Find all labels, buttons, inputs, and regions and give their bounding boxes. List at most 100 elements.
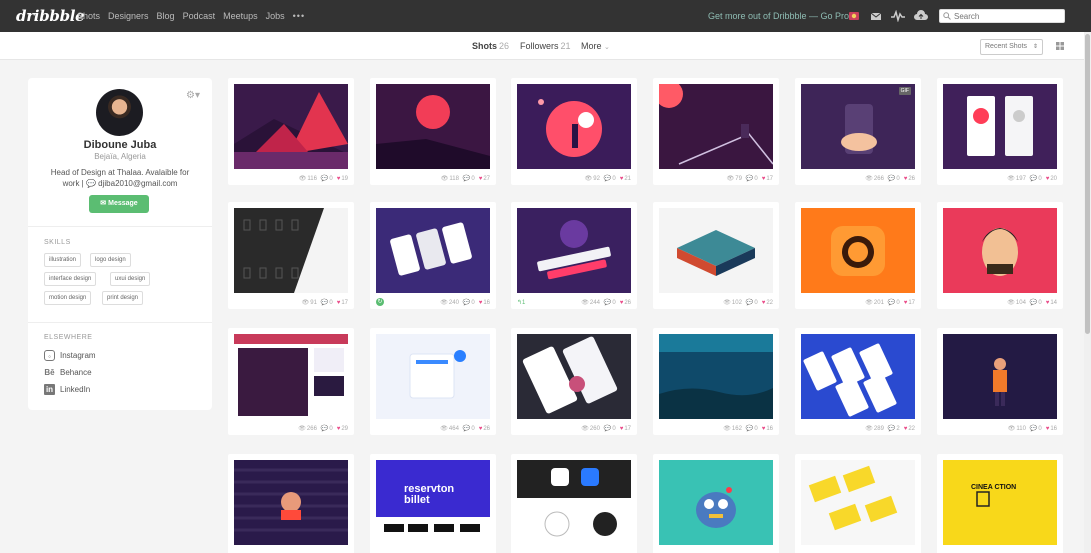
social-link-instagram[interactable]: ◦ Instagram (44, 350, 96, 361)
skill-tag[interactable]: uxui design (110, 272, 151, 286)
shot-thumbnail[interactable] (801, 84, 915, 169)
nav-link-jobs[interactable]: Jobs (266, 11, 285, 21)
skill-tag[interactable]: interface design (44, 272, 97, 286)
nav-link-podcast[interactable]: Podcast (183, 11, 216, 21)
likes-stat[interactable]: ♥ 20 (1046, 176, 1057, 182)
shot-thumbnail[interactable] (659, 84, 773, 169)
comments-stat[interactable]: 💬 0 (888, 175, 900, 183)
page-scrollbar[interactable] (1084, 32, 1091, 553)
nav-link-blog[interactable]: Blog (157, 11, 175, 21)
rebound-icon[interactable]: ↻ (376, 298, 384, 306)
shot-card[interactable]: 👁 102 💬 0 ♥ 22 (653, 202, 779, 309)
likes-stat[interactable]: ♥ 16 (479, 300, 490, 306)
skill-tag[interactable]: motion design (44, 291, 92, 305)
comments-stat[interactable]: 💬 0 (746, 425, 758, 433)
shot-thumbnail[interactable] (517, 334, 631, 419)
comments-stat[interactable]: 💬 0 (463, 425, 475, 433)
scrollbar-thumb[interactable] (1085, 34, 1090, 334)
comments-stat[interactable]: 💬 0 (321, 299, 333, 307)
shot-thumbnail[interactable] (943, 208, 1057, 293)
comments-stat[interactable]: 💬 0 (1030, 175, 1042, 183)
shot-card[interactable]: 👁 118 💬 0 ♥ 27 (370, 78, 496, 185)
shot-thumbnail[interactable] (801, 460, 915, 545)
tab-shots[interactable]: Shots 26 (472, 41, 509, 51)
views-stat[interactable]: 👁 104 (1007, 299, 1026, 307)
comments-stat[interactable]: 💬 0 (1030, 299, 1042, 307)
message-button[interactable]: ✉ Message (89, 195, 149, 213)
likes-stat[interactable]: ♥ 26 (620, 300, 631, 306)
shot-thumbnail[interactable] (517, 460, 631, 545)
views-stat[interactable]: 👁 240 (440, 299, 459, 307)
shot-thumbnail[interactable] (659, 460, 773, 545)
shot-thumbnail[interactable] (376, 208, 490, 293)
skill-tag[interactable]: illustration (44, 253, 82, 267)
sort-select[interactable]: Recent Shots ⇕ (980, 39, 1043, 55)
views-stat[interactable]: 👁 118 (441, 175, 459, 183)
comments-stat[interactable]: 💬 0 (604, 299, 616, 307)
shot-thumbnail[interactable] (517, 208, 631, 293)
views-stat[interactable]: 👁 110 (1008, 425, 1026, 433)
views-stat[interactable]: 👁 464 (440, 425, 459, 433)
likes-stat[interactable]: ♥ 26 (479, 426, 490, 432)
search-input[interactable] (954, 11, 1064, 21)
avatar[interactable] (96, 89, 143, 136)
tab-more[interactable]: More ⌄ (581, 41, 610, 51)
shot-thumbnail[interactable] (234, 460, 348, 545)
views-stat[interactable]: 👁 91 (302, 299, 317, 307)
views-stat[interactable]: 👁 244 (581, 299, 600, 307)
shot-thumbnail[interactable] (234, 208, 348, 293)
likes-stat[interactable]: ♥ 27 (479, 176, 490, 182)
shot-thumbnail[interactable] (943, 460, 1057, 545)
views-stat[interactable]: 👁 289 (865, 425, 884, 433)
shot-thumbnail[interactable] (659, 208, 773, 293)
comments-stat[interactable]: 💬 0 (746, 175, 758, 183)
likes-stat[interactable]: ♥ 16 (762, 426, 773, 432)
dribbble-logo[interactable]: dribbble (16, 7, 85, 25)
shot-card[interactable]: 👁 91 💬 0 ♥ 17 (228, 202, 354, 309)
shot-card[interactable]: ↻ 👁 240 💬 0 ♥ 16 (370, 202, 496, 309)
likes-stat[interactable]: ♥ 17 (904, 300, 915, 306)
nav-link-shots[interactable]: Shots (77, 11, 100, 21)
comments-stat[interactable]: 💬 0 (463, 299, 475, 307)
gear-icon[interactable]: ⚙▾ (186, 90, 200, 101)
shot-card[interactable] (653, 454, 779, 553)
comments-stat[interactable]: 💬 0 (321, 425, 333, 433)
shot-thumbnail[interactable] (376, 334, 490, 419)
likes-stat[interactable]: ♥ 29 (337, 426, 348, 432)
shot-thumbnail[interactable] (234, 334, 348, 419)
likes-stat[interactable]: ♥ 14 (1046, 300, 1057, 306)
shot-card[interactable]: 👁 79 💬 0 ♥ 17 (653, 78, 779, 185)
shot-card[interactable]: GIF 👁 266 💬 0 ♥ 26 (795, 78, 921, 185)
comments-stat[interactable]: 💬 0 (1030, 425, 1042, 433)
comments-stat[interactable]: 💬 0 (746, 299, 758, 307)
shot-card[interactable]: 👁 197 💬 0 ♥ 20 (937, 78, 1063, 185)
nav-link-designers[interactable]: Designers (108, 11, 149, 21)
shot-thumbnail[interactable] (801, 334, 915, 419)
views-stat[interactable]: 👁 116 (299, 175, 317, 183)
shot-card[interactable]: reservton billet (370, 454, 496, 553)
likes-stat[interactable]: ♥ 16 (1046, 426, 1057, 432)
upload-icon[interactable] (914, 10, 928, 22)
likes-stat[interactable]: ♥ 21 (620, 176, 631, 182)
views-stat[interactable]: 👁 260 (581, 425, 600, 433)
shot-card[interactable]: 👁 289 💬 2 ♥ 22 (795, 328, 921, 435)
shot-thumbnail[interactable] (801, 208, 915, 293)
shot-card[interactable] (511, 454, 637, 553)
views-stat[interactable]: 👁 102 (723, 299, 742, 307)
rebound-count[interactable]: ↰1 (517, 299, 525, 306)
views-stat[interactable]: 👁 266 (865, 175, 884, 183)
shot-card[interactable]: 👁 266 💬 0 ♥ 29 (228, 328, 354, 435)
more-menu-button[interactable]: ••• (293, 11, 305, 21)
comments-stat[interactable]: 💬 0 (321, 175, 333, 183)
shot-card[interactable]: 👁 162 💬 0 ♥ 16 (653, 328, 779, 435)
social-link-behance[interactable]: Bē Behance (44, 367, 91, 378)
user-flag-icon[interactable] (848, 10, 860, 22)
shot-card[interactable]: 👁 110 💬 0 ♥ 16 (937, 328, 1063, 435)
mail-icon[interactable] (870, 10, 882, 22)
shot-card[interactable]: 👁 201 💬 0 ♥ 17 (795, 202, 921, 309)
comments-stat[interactable]: 💬 0 (463, 175, 475, 183)
views-stat[interactable]: 👁 266 (298, 425, 317, 433)
shot-thumbnail[interactable] (376, 84, 490, 169)
views-stat[interactable]: 👁 79 (727, 175, 742, 183)
comments-stat[interactable]: 💬 0 (888, 299, 900, 307)
